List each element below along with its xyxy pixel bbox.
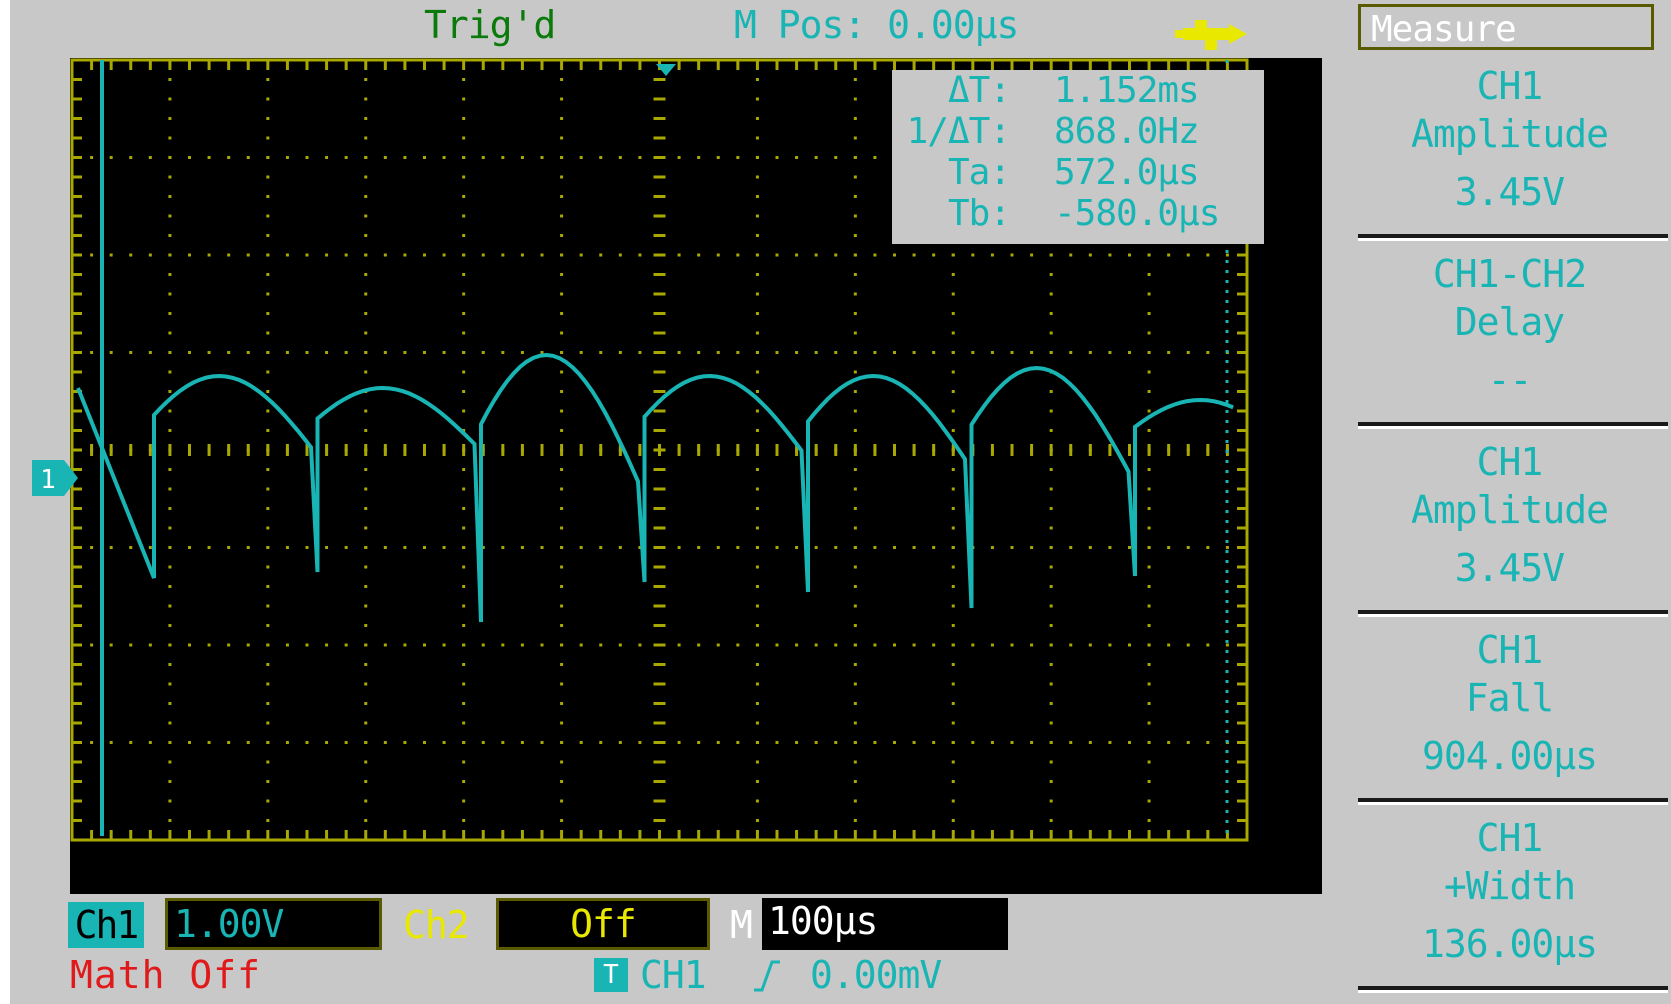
measure-source: CH1 (1476, 64, 1544, 108)
trigger-icon: T (594, 958, 628, 992)
measure-value: 136.00µs (1421, 922, 1598, 966)
readout-tb: Tb: -580.0µs (892, 193, 1264, 234)
menu-separator-highlight (1358, 238, 1668, 241)
readout-value: -580.0µs (1054, 193, 1220, 234)
rising-edge-icon (754, 960, 780, 992)
measure-type: Amplitude (1411, 112, 1609, 156)
measure-value: 3.45V (1454, 170, 1565, 214)
menu-separator-highlight (1358, 614, 1668, 617)
menu-separator-highlight (1358, 990, 1668, 993)
measure-slot-5[interactable]: CH1 +Width 136.00µs (1348, 814, 1671, 968)
readout-label: 1/ΔT: (906, 111, 1011, 152)
ch1-label[interactable]: Ch1 (68, 902, 144, 948)
readout-label: Ta: (947, 152, 1011, 193)
timebase-value: 100µs (762, 898, 1008, 950)
cursor-readout: ΔT: 1.152ms 1/ΔT: 868.0Hz Ta: 572.0µs Tb… (892, 70, 1264, 244)
measure-type: Delay (1454, 300, 1565, 344)
measure-source: CH1 (1476, 628, 1544, 672)
ch1-ground-marker: 1 (32, 460, 78, 496)
usb-icon (1175, 20, 1247, 50)
measure-value: 3.45V (1454, 546, 1565, 590)
measure-type: Fall (1465, 676, 1555, 720)
ch2-state: Off (496, 898, 710, 950)
readout-frequency: 1/ΔT: 868.0Hz (892, 111, 1264, 152)
measure-slot-3[interactable]: CH1 Amplitude 3.45V (1348, 438, 1671, 592)
measure-value: 904.00µs (1421, 734, 1598, 778)
main-position: M Pos: 0.00µs (734, 3, 1019, 47)
measure-slot-4[interactable]: CH1 Fall 904.00µs (1348, 626, 1671, 780)
readout-delta-t: ΔT: 1.152ms (892, 70, 1264, 111)
trigger-status: Trig'd (424, 3, 556, 47)
readout-label: Tb: (947, 193, 1011, 234)
trigger-source: CH1 (640, 953, 707, 997)
timebase-label: M (730, 903, 753, 947)
measure-source: CH1-CH2 (1432, 252, 1587, 296)
ch1-volts-per-div: 1.00V (165, 898, 382, 950)
measure-slot-2[interactable]: CH1-CH2 Delay -- (1348, 250, 1671, 404)
readout-value: 572.0µs (1054, 152, 1200, 193)
trigger-level: 0.00mV (810, 953, 942, 997)
measure-value: -- (1487, 358, 1533, 402)
math-status: Math Off (70, 953, 262, 997)
menu-separator-highlight (1358, 802, 1668, 805)
oscilloscope-screen: Trig'd M Pos: 0.00µs 1 ΔT: 1.152ms 1/ΔT:… (10, 0, 1671, 1004)
measure-type: Amplitude (1411, 488, 1609, 532)
readout-label: ΔT: (947, 70, 1011, 111)
readout-ta: Ta: 572.0µs (892, 152, 1264, 193)
readout-value: 1.152ms (1054, 70, 1200, 111)
measure-type: +Width (1443, 864, 1576, 908)
readout-value: 868.0Hz (1054, 111, 1200, 152)
menu-separator-highlight (1358, 426, 1668, 429)
measure-menu: Measure CH1 Amplitude 3.45V CH1-CH2 Dela… (1348, 0, 1671, 1004)
measure-source: CH1 (1476, 816, 1544, 860)
measure-source: CH1 (1476, 440, 1544, 484)
measure-slot-1[interactable]: CH1 Amplitude 3.45V (1348, 62, 1671, 216)
menu-title: Measure (1358, 4, 1654, 50)
ch1-marker-label: 1 (40, 465, 56, 495)
ch2-label[interactable]: Ch2 (403, 902, 470, 948)
